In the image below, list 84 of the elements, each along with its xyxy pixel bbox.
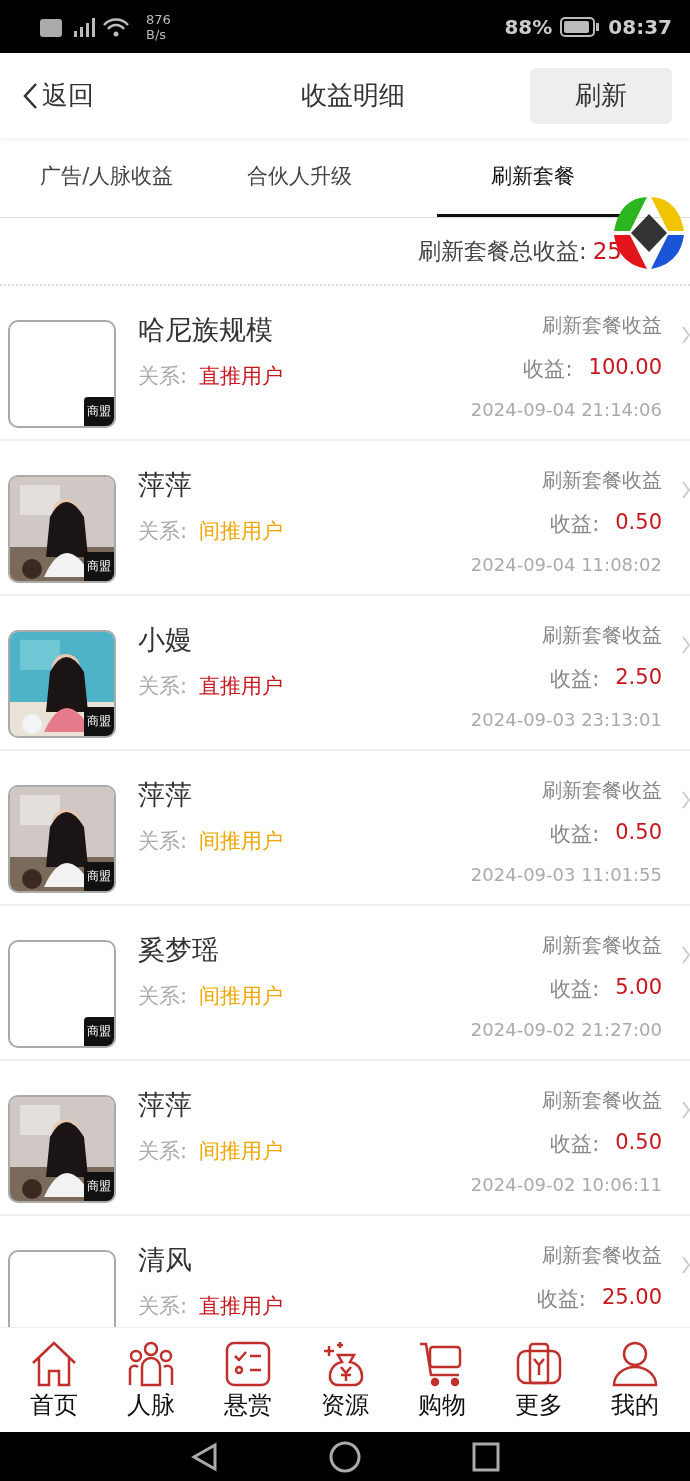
amount-value: 0.50 — [615, 1130, 662, 1156]
nav-item[interactable]: 人脉 — [106, 1339, 197, 1421]
nav-item[interactable]: 悬赏 — [203, 1339, 294, 1421]
income-type: 刷新套餐收益 — [542, 932, 662, 959]
relation-value: 间推用户 — [199, 1138, 284, 1165]
user-name: 萍萍 — [138, 468, 193, 502]
relation-value: 间推用户 — [199, 983, 284, 1010]
shop-badge: 商盟 — [84, 1172, 114, 1201]
nav-item[interactable]: 首页 — [9, 1339, 100, 1421]
timestamp: 2024-09-04 21:14:06 — [470, 399, 662, 420]
relation-label: 关系: — [138, 983, 188, 1010]
recents-nav-icon[interactable] — [472, 1441, 500, 1472]
income-type: 刷新套餐收益 — [542, 467, 662, 494]
battery-level: 88% — [504, 14, 553, 39]
chevron-icon — [682, 946, 690, 964]
relation-value: 直推用户 — [199, 363, 284, 390]
total-value: 25 — [592, 238, 622, 264]
shop-badge: 商盟 — [84, 862, 114, 891]
network-speed: 876 — [146, 11, 171, 27]
relation-value: 直推用户 — [199, 673, 284, 700]
shop-badge: 商盟 — [84, 1017, 114, 1046]
clock: 08:37 — [608, 14, 672, 39]
income-type: 刷新套餐收益 — [542, 777, 662, 804]
amount-label: 收益: — [550, 1131, 600, 1158]
relation-label: 关系: — [138, 1138, 188, 1165]
income-type: 刷新套餐收益 — [542, 1242, 662, 1269]
relation-value: 间推用户 — [199, 518, 284, 545]
shop-badge: 商盟 — [84, 552, 114, 581]
page-title: 收益明细 — [300, 79, 406, 112]
chevron-icon — [682, 1101, 690, 1119]
timestamp: 2024-09-03 23:13:01 — [470, 709, 662, 730]
home-nav-icon[interactable] — [328, 1439, 362, 1474]
tab[interactable]: 合伙人升级 — [203, 138, 397, 217]
income-type: 刷新套餐收益 — [542, 312, 662, 339]
relation-label: 关系: — [138, 673, 188, 700]
relation-label: 关系: — [138, 363, 188, 390]
amount-label: 收益: — [550, 821, 600, 848]
amount-value: 25.00 — [601, 1285, 662, 1311]
battery-icon — [560, 15, 601, 38]
relation-value: 间推用户 — [199, 828, 284, 855]
back-button[interactable]: 返回 — [22, 78, 262, 113]
timestamp: 2024-09-02 21:27:00 — [470, 1019, 662, 1040]
back-nav-icon[interactable] — [190, 1441, 218, 1472]
amount-label: 收益: — [550, 511, 600, 538]
chevron-icon — [682, 481, 690, 499]
relation-label: 关系: — [138, 828, 188, 855]
timestamp: 2024-09-03 11:01:55 — [470, 864, 662, 885]
chevron-icon — [682, 326, 690, 344]
user-name: 萍萍 — [138, 778, 193, 812]
income-type: 刷新套餐收益 — [542, 622, 662, 649]
amount-label: 收益: — [523, 356, 573, 383]
amount-value: 100.00 — [588, 355, 662, 381]
user-name: 奚梦瑶 — [138, 933, 220, 967]
income-type: 刷新套餐收益 — [542, 1087, 662, 1114]
timestamp: 2024-09-02 10:06:11 — [470, 1174, 662, 1195]
chevron-icon — [682, 791, 690, 809]
amount-value: 2.50 — [615, 665, 662, 691]
user-name: 哈尼族规模 — [138, 313, 274, 347]
amount-value: 5.00 — [615, 975, 662, 1001]
user-name: 小嫚 — [138, 623, 193, 657]
user-name: 清风 — [138, 1243, 193, 1277]
nav-item[interactable]: 更多 — [493, 1339, 584, 1421]
amount-value: 0.50 — [615, 510, 662, 536]
amount-label: 收益: — [550, 666, 600, 693]
relation-label: 关系: — [138, 1293, 188, 1320]
nav-item[interactable]: 购物 — [396, 1339, 487, 1421]
amount-label: 收益: — [550, 976, 600, 1003]
relation-label: 关系: — [138, 518, 188, 545]
chevron-icon — [682, 1256, 690, 1274]
user-name: 萍萍 — [138, 1088, 193, 1122]
tab[interactable]: 广告/人脉收益 — [10, 138, 204, 217]
relation-value: 直推用户 — [199, 1293, 284, 1320]
nav-item[interactable]: 资源 — [299, 1339, 390, 1421]
refresh-button[interactable]: 刷新 — [530, 67, 672, 124]
chevron-icon — [682, 636, 690, 654]
total-label: 刷新套餐总收益: — [417, 236, 587, 266]
timestamp: 2024-09-04 11:08:02 — [470, 554, 662, 575]
amount-value: 0.50 — [615, 820, 662, 846]
amount-label: 收益: — [536, 1286, 586, 1313]
nav-item[interactable]: 我的 — [590, 1339, 681, 1421]
shop-badge: 商盟 — [84, 397, 114, 426]
network-unit: B/s — [146, 26, 168, 42]
shop-badge: 商盟 — [84, 707, 114, 736]
back-icon — [22, 81, 38, 110]
